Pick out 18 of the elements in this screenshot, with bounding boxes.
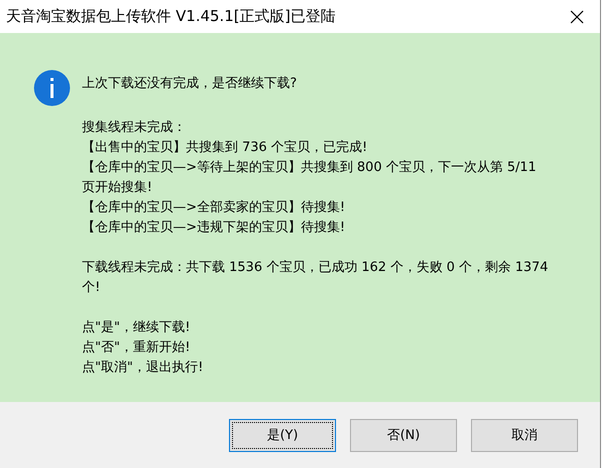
message-line: 页开始搜集! <box>82 179 154 197</box>
message-line: 【仓库中的宝贝—>全部卖家的宝贝】待搜集! <box>82 199 346 217</box>
message-text: 上次下载还没有完成，是否继续下载? <box>82 75 298 93</box>
message-line: 搜集线程未完成： <box>82 119 187 137</box>
message-line: 下载线程未完成：共下载 1536 个宝贝，已成功 162 个，失败 0 个，剩余 1374 <box>82 259 548 277</box>
message-line: 点"否"，重新开始! <box>82 339 192 357</box>
message-line: 点"是"，继续下载! <box>82 319 192 337</box>
info-icon <box>34 70 70 106</box>
window-title: 天音淘宝数据包上传软件 V1.45.1[正式版]已登陆 <box>5 7 336 26</box>
message-line: 【仓库中的宝贝—>等待上架的宝贝】共搜集到 800 个宝贝，下一次从第 5/11 <box>82 159 538 177</box>
close-icon <box>570 10 584 24</box>
message-line: 点"取消"，退出执行! <box>82 359 204 377</box>
dialog-button[interactable]: 否(N) <box>350 418 457 452</box>
message-line: 【仓库中的宝贝—>违规下架的宝贝】待搜集! <box>82 219 346 237</box>
dialog-button[interactable]: 取消 <box>471 418 578 452</box>
message-line: 个! <box>82 279 102 297</box>
dialog-button[interactable]: 是(Y) <box>229 418 336 452</box>
message-line: 【出售中的宝贝】共搜集到 736 个宝贝，已完成! <box>82 139 368 157</box>
